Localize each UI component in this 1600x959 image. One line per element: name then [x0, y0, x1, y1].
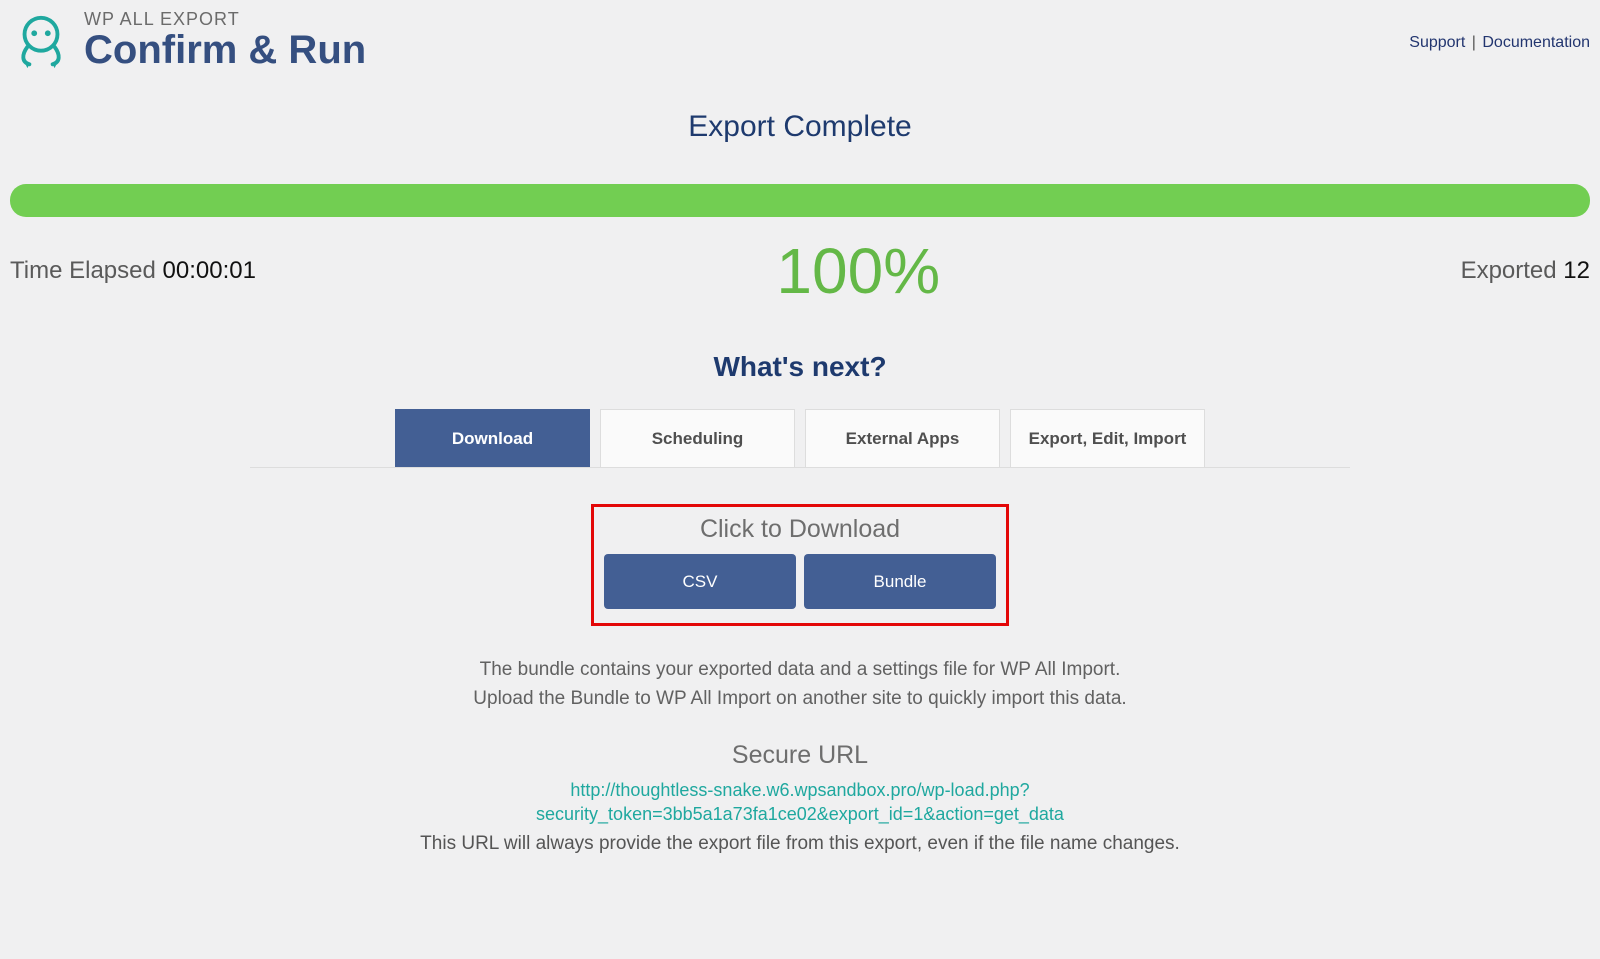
documentation-link[interactable]: Documentation [1482, 34, 1590, 51]
exported-label: Exported [1461, 257, 1557, 284]
support-link[interactable]: Support [1409, 34, 1465, 51]
secure-url-heading: Secure URL [10, 741, 1590, 770]
time-elapsed: Time Elapsed 00:00:01 [10, 257, 256, 285]
header-left: WP ALL EXPORT Confirm & Run [10, 10, 366, 72]
secure-url-note: This URL will always provide the export … [10, 833, 1590, 855]
secure-url-line2: security_token=3bb5a1a73fa1ce02&export_i… [536, 804, 1064, 824]
page-title: Confirm & Run [84, 28, 366, 72]
tabs-row: Download Scheduling External Apps Export… [250, 409, 1350, 468]
secure-url-line1: http://thoughtless-snake.w6.wpsandbox.pr… [570, 780, 1029, 800]
status-heading: Export Complete [10, 110, 1590, 144]
bundle-note-line1: The bundle contains your exported data a… [350, 656, 1250, 685]
tab-export-edit-import[interactable]: Export, Edit, Import [1010, 409, 1205, 467]
exported-value: 12 [1563, 257, 1590, 284]
page-header: WP ALL EXPORT Confirm & Run Support | Do… [10, 10, 1590, 82]
download-csv-button[interactable]: CSV [604, 554, 796, 609]
progress-percent: 100% [776, 239, 940, 303]
octopus-logo-icon [10, 10, 72, 72]
stats-row: Time Elapsed 00:00:01 100% Exported 12 [10, 239, 1590, 333]
download-box-title: Click to Download [604, 515, 996, 544]
secure-url-link[interactable]: http://thoughtless-snake.w6.wpsandbox.pr… [475, 778, 1125, 827]
time-elapsed-label: Time Elapsed [10, 257, 156, 284]
download-bundle-button[interactable]: Bundle [804, 554, 996, 609]
download-box: Click to Download CSV Bundle [591, 504, 1009, 626]
exported-count: Exported 12 [1461, 257, 1590, 285]
time-elapsed-value: 00:00:01 [163, 257, 256, 284]
tab-download[interactable]: Download [395, 409, 590, 467]
download-buttons: CSV Bundle [604, 554, 996, 609]
tab-external-apps[interactable]: External Apps [805, 409, 1000, 467]
progress-bar [10, 184, 1590, 217]
whats-next-heading: What's next? [10, 351, 1590, 383]
header-links: Support | Documentation [1409, 10, 1590, 52]
tab-scheduling[interactable]: Scheduling [600, 409, 795, 467]
link-separator: | [1472, 34, 1476, 51]
bundle-note-line2: Upload the Bundle to WP All Import on an… [350, 685, 1250, 714]
bundle-note: The bundle contains your exported data a… [350, 656, 1250, 713]
